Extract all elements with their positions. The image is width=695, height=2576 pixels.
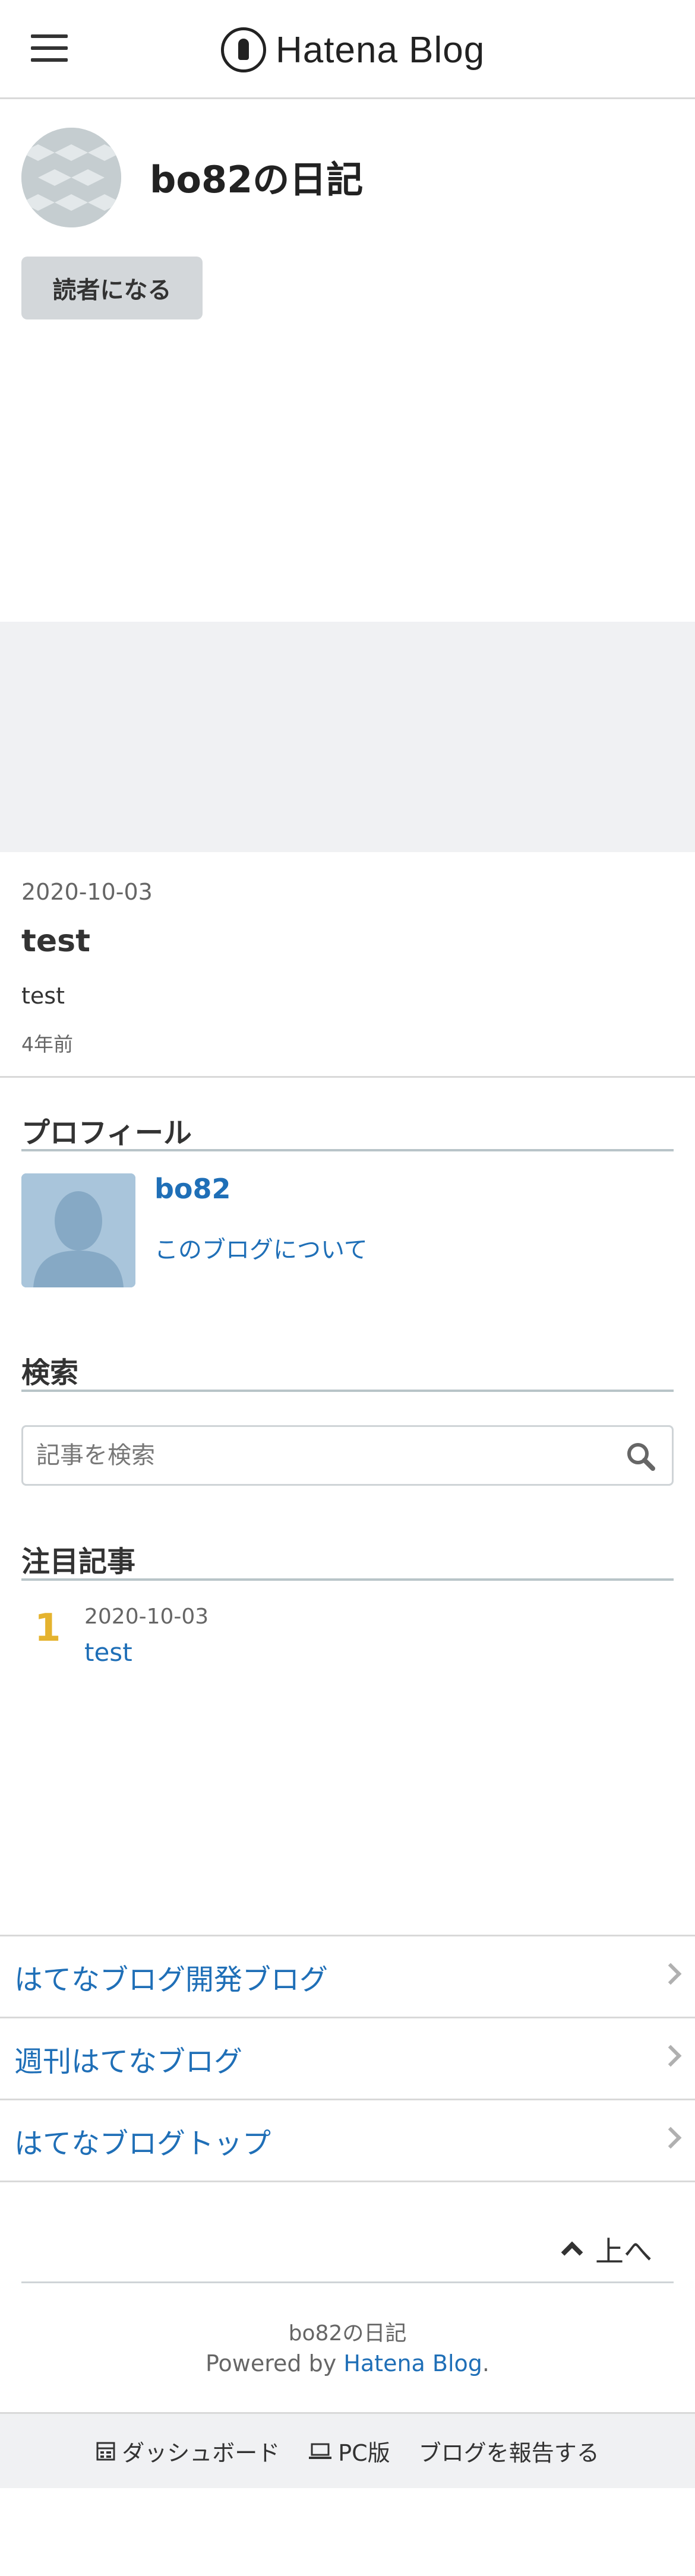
profile-heading: プロフィール — [21, 1116, 192, 1150]
search-box — [21, 1425, 674, 1486]
about-blog-link[interactable]: このブログについて — [154, 1230, 368, 1265]
footer-link-top[interactable]: はてなブログトップ — [0, 2099, 695, 2181]
blog-title[interactable]: bo82の日記 — [150, 150, 363, 203]
entry-body: test — [21, 983, 65, 1009]
laptop-icon — [309, 2443, 332, 2459]
bottom-bar: ダッシュボード PC版 ブログを報告する — [0, 2412, 695, 2488]
chevron-right-icon — [659, 2045, 682, 2067]
entry-title[interactable]: test — [21, 923, 90, 959]
chevron-right-icon — [659, 2126, 682, 2149]
search-icon[interactable] — [624, 1440, 658, 1473]
featured-heading-rule — [21, 1578, 674, 1581]
featured-item-title[interactable]: test — [84, 1638, 132, 1667]
powered-by: Powered by Hatena Blog. — [0, 2350, 695, 2376]
entry-relative-time: 4年前 — [21, 1033, 73, 1056]
report-blog-label: ブログを報告する — [418, 2440, 599, 2466]
divider — [0, 2181, 695, 2182]
powered-by-suffix: . — [482, 2350, 489, 2376]
pc-version-label: PC版 — [338, 2440, 390, 2466]
profile-name-link[interactable]: bo82 — [154, 1173, 231, 1205]
subscribe-button[interactable]: 読者になる — [21, 257, 203, 319]
back-to-top-label: 上へ — [595, 2235, 653, 2268]
dashboard-link[interactable]: ダッシュボード — [96, 2435, 280, 2467]
profile-heading-rule — [21, 1149, 674, 1151]
credit-blog-name: bo82の日記 — [288, 2321, 407, 2346]
rank-number: 1 — [34, 1606, 61, 1650]
hatena-blog-logo[interactable]: Hatena Blog — [221, 26, 485, 74]
site-header: Hatena Blog — [0, 0, 695, 99]
featured-item-date: 2020-10-03 — [84, 1605, 209, 1629]
back-to-top-link[interactable]: 上へ — [561, 2228, 653, 2270]
search-heading-rule — [21, 1390, 674, 1392]
hamburger-menu-icon[interactable] — [31, 34, 68, 64]
logo-text: Hatena Blog — [276, 29, 485, 71]
footer-link-label: はてなブログトップ — [14, 2126, 271, 2160]
dashboard-label: ダッシュボード — [122, 2440, 280, 2466]
footer-link-label: はてなブログ開発ブログ — [14, 1963, 328, 1996]
dashboard-icon — [96, 2442, 115, 2460]
hatena-blog-link[interactable]: Hatena Blog — [343, 2350, 482, 2376]
profile-avatar[interactable] — [21, 1173, 135, 1287]
search-input[interactable] — [36, 1427, 606, 1484]
pen-nib-icon — [221, 27, 266, 72]
divider — [0, 1076, 695, 1078]
featured-heading: 注目記事 — [21, 1545, 136, 1578]
chevron-up-icon — [561, 2241, 583, 2264]
chevron-right-icon — [659, 1963, 682, 1985]
footer-link-dev-blog[interactable]: はてなブログ開発ブログ — [0, 1935, 695, 2017]
ad-space — [0, 622, 695, 852]
entry-date[interactable]: 2020-10-03 — [21, 879, 153, 905]
report-blog-link[interactable]: ブログを報告する — [419, 2435, 599, 2467]
divider — [21, 2281, 674, 2283]
footer-link-label: 週刊はてなブログ — [14, 2045, 243, 2078]
powered-by-prefix: Powered by — [205, 2350, 344, 2376]
pc-version-link[interactable]: PC版 — [308, 2435, 390, 2467]
blog-avatar[interactable] — [21, 128, 121, 227]
footer-link-weekly[interactable]: 週刊はてなブログ — [0, 2017, 695, 2099]
search-heading: 検索 — [21, 1356, 79, 1390]
